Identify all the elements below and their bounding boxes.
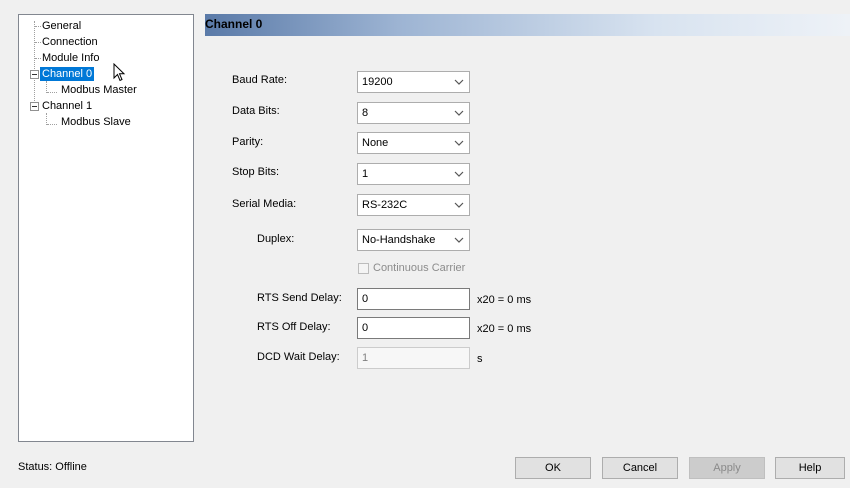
duplex-select[interactable]: No-Handshake — [357, 229, 470, 251]
dcd-wait-delay-label: DCD Wait Delay: — [257, 351, 340, 363]
chevron-down-icon — [454, 140, 464, 146]
tree-item-modbus-master[interactable]: Modbus Master — [59, 83, 139, 97]
baud-rate-select[interactable]: 19200 — [357, 71, 470, 93]
tree-item-connection[interactable]: Connection — [40, 35, 100, 49]
continuous-carrier-checkbox[interactable] — [358, 263, 369, 274]
serial-media-select[interactable]: RS-232C — [357, 194, 470, 216]
section-header: Channel 0 — [205, 14, 850, 36]
serial-media-value: RS-232C — [362, 199, 408, 211]
mouse-pointer-icon — [113, 63, 126, 82]
tree-item-channel-0[interactable]: Channel 0 — [40, 67, 95, 81]
tree-connector — [34, 21, 35, 107]
tree-item-module-info[interactable]: Module Info — [40, 51, 101, 65]
tree-connector — [47, 92, 57, 93]
parity-select[interactable]: None — [357, 132, 470, 154]
chevron-down-icon — [454, 110, 464, 116]
tree-item-general[interactable]: General — [40, 19, 83, 33]
collapse-channel-1-icon[interactable] — [30, 102, 39, 111]
ok-button[interactable]: OK — [515, 457, 591, 479]
stop-bits-label: Stop Bits: — [232, 166, 280, 178]
dcd-wait-delay-unit: s — [477, 353, 483, 365]
serial-media-label: Serial Media: — [232, 198, 297, 210]
rts-off-delay-unit: x20 = 0 ms — [477, 323, 532, 335]
rts-send-delay-input[interactable] — [357, 288, 470, 310]
data-bits-select[interactable]: 8 — [357, 102, 470, 124]
baud-rate-value: 19200 — [362, 76, 393, 88]
rts-send-delay-unit: x20 = 0 ms — [477, 294, 532, 306]
rts-off-delay-input[interactable] — [357, 317, 470, 339]
cancel-button[interactable]: Cancel — [602, 457, 678, 479]
data-bits-label: Data Bits: — [232, 105, 280, 117]
chevron-down-icon — [454, 202, 464, 208]
tree-connector — [47, 124, 57, 125]
duplex-label: Duplex: — [257, 233, 295, 245]
data-bits-value: 8 — [362, 107, 369, 119]
navigation-tree[interactable]: General Connection Module Info Channel 0… — [18, 14, 194, 442]
tree-item-modbus-slave[interactable]: Modbus Slave — [59, 115, 133, 129]
rts-off-delay-label: RTS Off Delay: — [257, 321, 331, 333]
stop-bits-value: 1 — [362, 168, 369, 180]
chevron-down-icon — [454, 237, 464, 243]
chevron-down-icon — [454, 171, 464, 177]
chevron-down-icon — [454, 79, 464, 85]
dcd-wait-delay-input — [357, 347, 470, 369]
tree-item-channel-1[interactable]: Channel 1 — [40, 99, 94, 113]
continuous-carrier-label: Continuous Carrier — [373, 262, 466, 274]
rts-send-delay-label: RTS Send Delay: — [257, 292, 342, 304]
page-title: Channel 0 — [205, 17, 263, 31]
duplex-value: No-Handshake — [362, 234, 436, 246]
stop-bits-select[interactable]: 1 — [357, 163, 470, 185]
collapse-channel-0-icon[interactable] — [30, 70, 39, 79]
baud-rate-label: Baud Rate: — [232, 74, 288, 86]
help-button[interactable]: Help — [775, 457, 845, 479]
parity-label: Parity: — [232, 136, 264, 148]
parity-value: None — [362, 137, 389, 149]
apply-button: Apply — [689, 457, 765, 479]
status-text: Status: Offline — [18, 461, 87, 473]
